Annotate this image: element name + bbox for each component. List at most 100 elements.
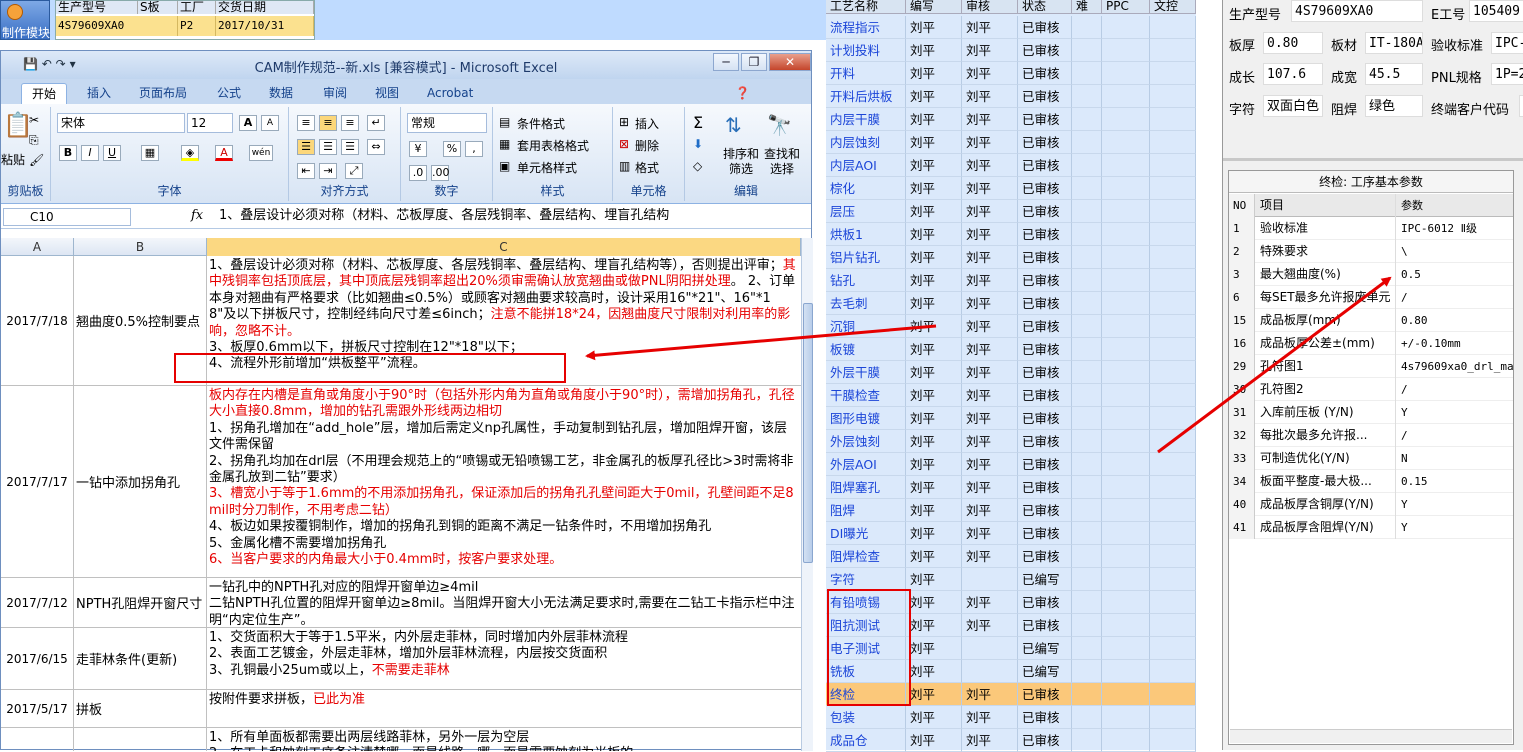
process-ppc[interactable] (1102, 246, 1150, 269)
increase-decimal-icon[interactable]: .0 (409, 165, 427, 181)
param-no[interactable]: 3 (1229, 263, 1255, 286)
param-col-value[interactable]: 参数 (1397, 194, 1513, 217)
process-row[interactable]: 电子测试 刘平 已编写 (826, 637, 1196, 660)
process-doc[interactable] (1150, 729, 1196, 752)
process-writer[interactable]: 刘平 (906, 683, 962, 706)
process-row[interactable]: 烘板1 刘平 刘平 已审核 (826, 223, 1196, 246)
process-difficulty[interactable] (1072, 223, 1102, 246)
percent-button[interactable]: % (443, 141, 461, 157)
process-ppc[interactable] (1102, 131, 1150, 154)
find-select-icon[interactable]: 🔭 (767, 113, 792, 137)
process-difficulty[interactable] (1072, 315, 1102, 338)
process-row[interactable]: 开料后烘板 刘平 刘平 已审核 (826, 85, 1196, 108)
clear-icon[interactable]: ◇ (693, 159, 702, 173)
process-row[interactable]: 铝片钻孔 刘平 刘平 已审核 (826, 246, 1196, 269)
sheet-row[interactable]: 2017/7/17 一钻中添加拐角孔 板内存在内槽是直角或角度小于90°时（包括外形… (1, 386, 801, 578)
process-doc[interactable] (1150, 246, 1196, 269)
process-doc[interactable] (1150, 476, 1196, 499)
process-difficulty[interactable] (1072, 177, 1102, 200)
process-writer[interactable]: 刘平 (906, 706, 962, 729)
process-ppc[interactable] (1102, 292, 1150, 315)
process-row[interactable]: 终检 刘平 刘平 已审核 (826, 683, 1196, 706)
conditional-format-button[interactable]: 条件格式 (517, 115, 565, 132)
insert-cells-icon[interactable]: ⊞ (619, 115, 629, 129)
process-ppc[interactable] (1102, 637, 1150, 660)
param-item[interactable]: 特殊要求 (1256, 240, 1396, 263)
process-difficulty[interactable] (1072, 545, 1102, 568)
process-row[interactable]: 阻焊检查 刘平 刘平 已审核 (826, 545, 1196, 568)
process-col-writer[interactable]: 编写 (906, 0, 962, 14)
process-row[interactable]: 阻焊塞孔 刘平 刘平 已审核 (826, 476, 1196, 499)
process-name[interactable]: DI曝光 (826, 522, 906, 545)
process-difficulty[interactable] (1072, 361, 1102, 384)
process-doc[interactable] (1150, 131, 1196, 154)
process-doc[interactable] (1150, 62, 1196, 85)
process-reviewer[interactable] (962, 637, 1018, 660)
shrink-font-icon[interactable]: A (261, 115, 279, 131)
process-reviewer[interactable]: 刘平 (962, 407, 1018, 430)
process-status[interactable]: 已审核 (1018, 614, 1072, 637)
process-ppc[interactable] (1102, 614, 1150, 637)
process-reviewer[interactable]: 刘平 (962, 591, 1018, 614)
process-doc[interactable] (1150, 154, 1196, 177)
parameter-row[interactable]: 40 成品板厚含铜厚(Y/N) Y (1229, 493, 1513, 516)
customer-code-field[interactable] (1519, 95, 1523, 117)
process-ppc[interactable] (1102, 522, 1150, 545)
param-no[interactable]: 29 (1229, 355, 1255, 378)
process-ppc[interactable] (1102, 223, 1150, 246)
process-status[interactable]: 已审核 (1018, 246, 1072, 269)
process-name[interactable]: 包装 (826, 706, 906, 729)
cell-style-icon[interactable]: ▣ (499, 159, 510, 173)
column-header-b[interactable]: B (74, 238, 207, 256)
grid-header-s[interactable]: S板 (138, 1, 178, 14)
process-col-doc[interactable]: 文控 (1150, 0, 1196, 14)
font-name-select[interactable]: 宋体 (57, 113, 185, 133)
process-difficulty[interactable] (1072, 338, 1102, 361)
process-row[interactable]: DI曝光 刘平 刘平 已审核 (826, 522, 1196, 545)
process-reviewer[interactable]: 刘平 (962, 338, 1018, 361)
process-status[interactable]: 已审核 (1018, 154, 1072, 177)
grid-cell-factory[interactable]: P2 (178, 16, 216, 36)
parameter-row[interactable]: 3 最大翘曲度(%) 0.5 (1229, 263, 1513, 286)
autosum-button[interactable]: Σ (693, 113, 703, 132)
process-row[interactable]: 去毛刺 刘平 刘平 已审核 (826, 292, 1196, 315)
process-writer[interactable]: 刘平 (906, 62, 962, 85)
process-row[interactable]: 字符 刘平 已编写 (826, 568, 1196, 591)
sheet-row[interactable]: 2017/7/12 NPTH孔阻焊开窗尺寸 一钻孔中的NPTH孔对应的阻焊开窗单边≥… (1, 578, 801, 628)
content-cell[interactable]: 1、所有单面板都需要出两层线路菲林，另外一层为空层2、在工卡和蚀刻工序备注清楚哪… (207, 728, 799, 751)
process-reviewer[interactable]: 刘平 (962, 706, 1018, 729)
param-item[interactable]: 成品板厚含阻焊(Y/N) (1256, 516, 1396, 539)
process-ppc[interactable] (1102, 499, 1150, 522)
param-value[interactable]: / (1397, 378, 1513, 401)
process-writer[interactable]: 刘平 (906, 131, 962, 154)
order-grid[interactable]: 生产型号 S板 工厂 交货日期 4S79609XA0 P2 2017/10/31 (55, 0, 315, 40)
tab-data[interactable]: 数据 (269, 83, 293, 104)
process-reviewer[interactable]: 刘平 (962, 361, 1018, 384)
process-status[interactable]: 已审核 (1018, 522, 1072, 545)
process-status[interactable]: 已审核 (1018, 476, 1072, 499)
process-doc[interactable] (1150, 315, 1196, 338)
process-reviewer[interactable] (962, 660, 1018, 683)
process-name[interactable]: 钻孔 (826, 269, 906, 292)
sheet-row[interactable]: 2017/6/15 走菲林条件(更新) 1、交货面积大于等于1.5平米，内外层走菲林… (1, 628, 801, 690)
align-left-icon[interactable]: ☰ (297, 139, 315, 155)
parameter-row[interactable]: 41 成品板厚含阻焊(Y/N) Y (1229, 516, 1513, 539)
process-ppc[interactable] (1102, 269, 1150, 292)
process-name[interactable]: 棕化 (826, 177, 906, 200)
excel-titlebar[interactable]: 💾 ↶ ↷ ▾ CAM制作规范--新.xls [兼容模式] - Microsof… (1, 51, 811, 79)
param-value[interactable]: / (1397, 286, 1513, 309)
process-status[interactable]: 已审核 (1018, 39, 1072, 62)
process-row[interactable]: 图形电镀 刘平 刘平 已审核 (826, 407, 1196, 430)
process-row[interactable]: 外层干膜 刘平 刘平 已审核 (826, 361, 1196, 384)
process-difficulty[interactable] (1072, 269, 1102, 292)
process-row[interactable]: 沉铜 刘平 刘平 已审核 (826, 315, 1196, 338)
process-writer[interactable]: 刘平 (906, 269, 962, 292)
process-difficulty[interactable] (1072, 39, 1102, 62)
process-status[interactable]: 已审核 (1018, 545, 1072, 568)
process-reviewer[interactable]: 刘平 (962, 292, 1018, 315)
tab-formulas[interactable]: 公式 (217, 83, 241, 104)
process-doc[interactable] (1150, 453, 1196, 476)
process-difficulty[interactable] (1072, 246, 1102, 269)
process-difficulty[interactable] (1072, 131, 1102, 154)
process-name[interactable]: 沉铜 (826, 315, 906, 338)
